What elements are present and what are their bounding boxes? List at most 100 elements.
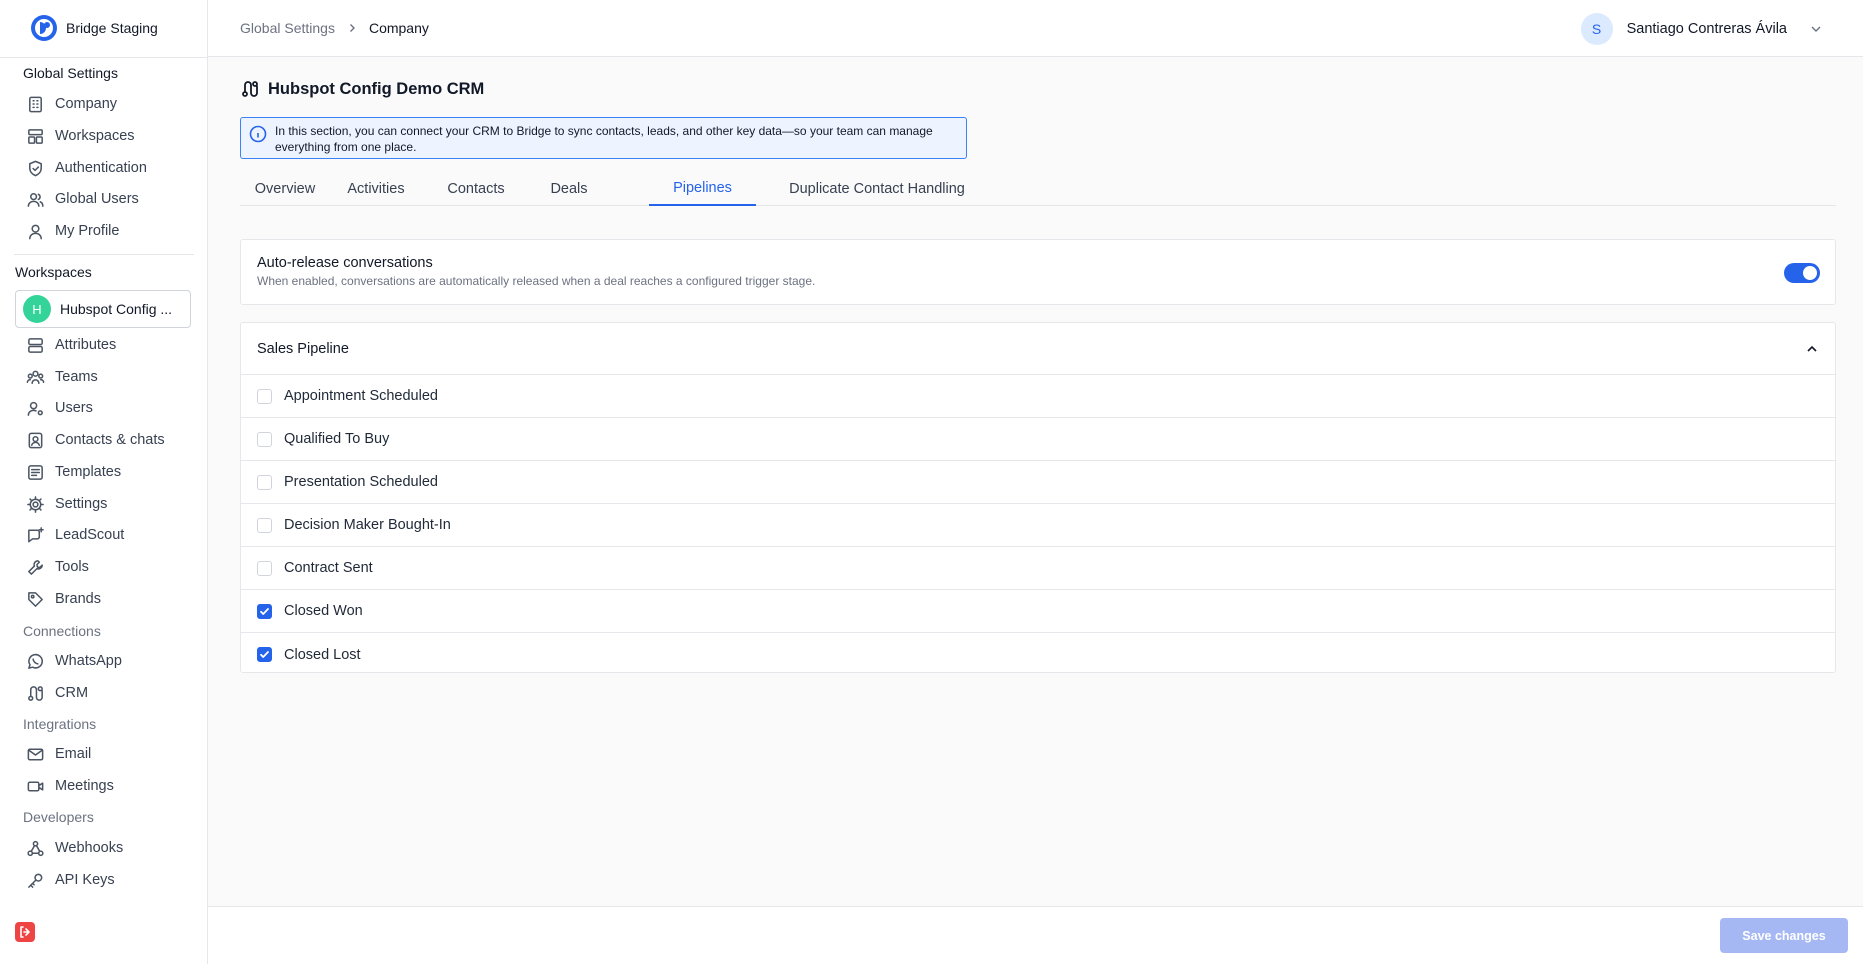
- auto-release-toggle[interactable]: [1784, 263, 1820, 283]
- sidebar-item-label: WhatsApp: [55, 653, 122, 669]
- sidebar-item-leadscout[interactable]: LeadScout: [26, 522, 124, 548]
- sidebar-item-label: Company: [55, 96, 118, 112]
- check-icon: [260, 651, 269, 658]
- sidebar-item-api-keys[interactable]: API Keys: [26, 867, 115, 893]
- teams-icon: [26, 370, 45, 384]
- sidebar-item-teams[interactable]: Teams: [26, 364, 98, 390]
- key-icon: [28, 873, 43, 888]
- workspace-name: Hubspot Config ...: [60, 301, 173, 317]
- tab-deals[interactable]: Deals: [530, 172, 608, 206]
- sidebar-item-label: Tools: [55, 559, 89, 575]
- tab-contacts[interactable]: Contacts: [422, 172, 530, 206]
- save-changes-button[interactable]: Save changes: [1720, 918, 1848, 953]
- shield-icon: [29, 160, 42, 176]
- main-content: Hubspot Config Demo CRM In this section,…: [208, 57, 1863, 906]
- sidebar-item-my-profile[interactable]: My Profile: [26, 218, 119, 244]
- sidebar-item-label: My Profile: [55, 223, 120, 239]
- pipeline-stage-row[interactable]: Closed Won: [241, 590, 1835, 633]
- pipeline-stage-row[interactable]: Contract Sent: [241, 547, 1835, 590]
- toggle-knob: [1803, 266, 1817, 280]
- tab-activities[interactable]: Activities: [330, 172, 422, 206]
- page-title: Hubspot Config Demo CRM: [240, 79, 484, 99]
- sidebar-item-users[interactable]: Users: [26, 395, 93, 421]
- sidebar-divider: [14, 254, 194, 255]
- sidebar-item-attributes[interactable]: Attributes: [26, 332, 116, 358]
- sidebar-item-templates[interactable]: Templates: [26, 459, 121, 485]
- tab-bar: Overview Activities Contacts Deals Pipel…: [240, 172, 1836, 206]
- tab-pipelines[interactable]: Pipelines: [649, 172, 756, 206]
- sidebar-item-label: Contacts & chats: [55, 432, 165, 448]
- stage-checkbox[interactable]: [257, 517, 272, 533]
- info-banner: In this section, you can connect your CR…: [240, 117, 967, 159]
- sidebar-item-contacts-chats[interactable]: Contacts & chats: [26, 427, 165, 453]
- check-icon: [260, 607, 269, 615]
- section-global-settings: Global Settings: [23, 65, 118, 81]
- section-integrations: Integrations: [23, 716, 97, 732]
- crm-icon: [28, 685, 43, 701]
- wrench-icon: [28, 559, 43, 575]
- sidebar-item-meetings[interactable]: Meetings: [26, 773, 114, 799]
- sidebar-item-whatsapp[interactable]: WhatsApp: [26, 648, 122, 674]
- sidebar-item-tools[interactable]: Tools: [26, 554, 89, 580]
- stage-checkbox[interactable]: [257, 603, 272, 619]
- gear-icon: [27, 495, 44, 513]
- sidebar-item-crm[interactable]: CRM: [26, 680, 88, 706]
- footer-bar: Save changes: [208, 906, 1863, 964]
- logout-icon[interactable]: [15, 922, 35, 942]
- sales-pipeline-card: Sales Pipeline Appointment Scheduled Qual…: [240, 322, 1836, 673]
- auto-release-card: Auto-release conversations When enabled,…: [240, 239, 1836, 305]
- auto-release-title: Auto-release conversations: [257, 255, 433, 271]
- pipeline-header[interactable]: Sales Pipeline: [241, 323, 1835, 375]
- stage-label: Appointment Scheduled: [284, 388, 438, 404]
- sidebar-item-authentication[interactable]: Authentication: [26, 155, 147, 181]
- crm-icon: [242, 81, 258, 97]
- tab-duplicate-contact-handling[interactable]: Duplicate Contact Handling: [772, 172, 982, 206]
- sidebar-item-label: API Keys: [55, 872, 115, 888]
- top-header: Global Settings Company S Santiago Contr…: [208, 0, 1863, 57]
- sidebar-item-webhooks[interactable]: Webhooks: [26, 835, 123, 861]
- contact-icon: [28, 432, 43, 448]
- sidebar: Bridge Staging Global Settings Company W…: [0, 0, 208, 964]
- stage-checkbox[interactable]: [257, 431, 272, 447]
- sidebar-item-label: Brands: [55, 591, 101, 607]
- tab-overview[interactable]: Overview: [240, 172, 330, 206]
- sidebar-item-global-users[interactable]: Global Users: [26, 186, 139, 212]
- user-gear-icon: [27, 401, 43, 416]
- sidebar-item-label: Settings: [55, 496, 108, 512]
- sidebar-item-company[interactable]: Company: [26, 91, 117, 117]
- section-workspaces: Workspaces: [15, 264, 92, 280]
- stage-checkbox[interactable]: [257, 647, 272, 662]
- breadcrumb-company: Company: [368, 20, 429, 36]
- sidebar-item-label: Global Users: [55, 191, 139, 207]
- user-menu[interactable]: S Santiago Contreras Ávila: [1580, 13, 1823, 45]
- sidebar-item-label: Attributes: [55, 337, 117, 353]
- stage-label: Qualified To Buy: [284, 431, 390, 447]
- whatsapp-icon: [28, 653, 43, 669]
- pipeline-stage-row[interactable]: Decision Maker Bought-In: [241, 504, 1835, 547]
- auto-release-description: When enabled, conversations are automati…: [257, 274, 816, 288]
- stage-checkbox[interactable]: [257, 474, 272, 490]
- stage-checkbox[interactable]: [257, 560, 272, 576]
- workspace-selector[interactable]: H Hubspot Config ...: [15, 290, 191, 328]
- attributes-icon: [28, 337, 43, 353]
- pipeline-stage-row[interactable]: Closed Lost: [241, 633, 1835, 676]
- sidebar-item-label: Users: [55, 400, 93, 416]
- pipeline-stage-row[interactable]: Qualified To Buy: [241, 418, 1835, 461]
- pipeline-stage-row[interactable]: Presentation Scheduled: [241, 461, 1835, 504]
- brand[interactable]: Bridge Staging: [30, 14, 158, 42]
- breadcrumb-global-settings[interactable]: Global Settings: [240, 20, 335, 36]
- pipeline-title: Sales Pipeline: [257, 341, 349, 357]
- sidebar-item-settings[interactable]: Settings: [26, 491, 107, 517]
- pipeline-stage-row[interactable]: Appointment Scheduled: [241, 375, 1835, 418]
- sidebar-item-label: CRM: [55, 685, 89, 701]
- sidebar-item-label: Templates: [55, 464, 122, 480]
- info-icon: [249, 125, 267, 143]
- stage-checkbox[interactable]: [257, 388, 272, 404]
- user-icon: [29, 224, 42, 239]
- sidebar-item-workspaces[interactable]: Workspaces: [26, 123, 135, 149]
- sidebar-item-brands[interactable]: Brands: [26, 586, 101, 612]
- video-icon: [27, 780, 44, 792]
- sidebar-item-email[interactable]: Email: [26, 741, 91, 767]
- stage-label: Presentation Scheduled: [284, 474, 438, 490]
- stage-label: Closed Won: [284, 603, 363, 619]
